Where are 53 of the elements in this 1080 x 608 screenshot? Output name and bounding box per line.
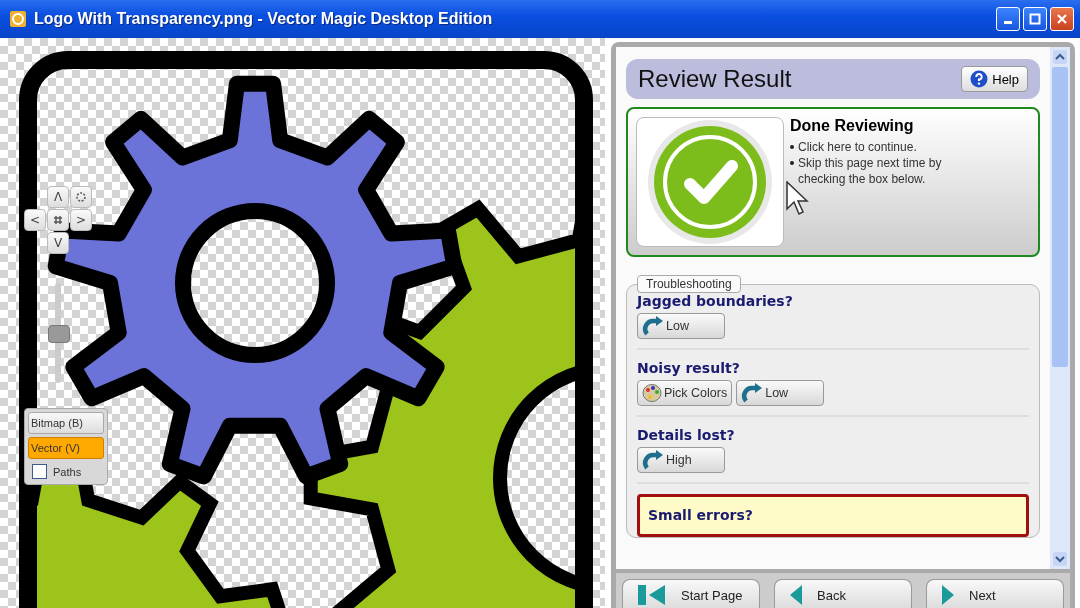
question-label: Jagged boundaries? [637, 293, 794, 309]
dashed-circle-icon [75, 191, 87, 203]
back-triangle-icon [789, 584, 803, 606]
app-icon [10, 11, 26, 27]
redo-arrow-icon [741, 383, 764, 403]
instruction-text: Skip this page next time by checking the box below. [798, 155, 943, 188]
hash-icon [52, 214, 64, 226]
scroll-up-icon[interactable] [1053, 50, 1067, 64]
close-icon [1056, 13, 1068, 25]
pan-right-button[interactable]: > [70, 209, 92, 231]
instruction-text: Click here to continue. [798, 139, 917, 156]
adjust-button[interactable]: Low [736, 380, 825, 406]
adjust-button[interactable]: High [637, 447, 725, 473]
vertical-scrollbar[interactable] [1050, 47, 1070, 569]
paths-checkbox[interactable] [32, 464, 47, 479]
view-mode-button[interactable]: Bitmap (B) [28, 412, 104, 434]
done-reviewing-title: Done Reviewing [790, 117, 915, 135]
wizard-nav-button[interactable]: Back [774, 579, 912, 608]
window-title: Logo With Transparency.png - Vector Magic Desktop Edition [34, 10, 494, 28]
paths-label: Paths [53, 465, 82, 478]
bullet-icon [790, 145, 794, 149]
pan-left-button[interactable]: < [24, 209, 46, 231]
scrollbar-thumb[interactable] [1052, 67, 1068, 367]
close-button[interactable] [1050, 7, 1074, 31]
panel-title: Review Result [638, 65, 792, 93]
pan-up-button[interactable]: Λ [47, 186, 69, 208]
minimize-button[interactable] [996, 7, 1020, 31]
skip-to-start-icon [637, 584, 667, 606]
redo-arrow-icon [642, 316, 664, 336]
maximize-icon [1029, 13, 1041, 25]
view-mode-button[interactable]: Vector (V) [28, 437, 104, 459]
palette-icon [642, 383, 662, 403]
wizard-nav-button[interactable]: Start Page [622, 579, 760, 608]
minimize-icon [1004, 21, 1012, 24]
wizard-nav-button[interactable]: Next [926, 579, 1064, 608]
scroll-down-icon[interactable] [1053, 552, 1067, 566]
zoom-slider-thumb[interactable] [48, 325, 70, 343]
adjust-button[interactable]: Pick Colors [637, 380, 733, 406]
question-label: Details lost? [637, 427, 736, 443]
zoom-fit-button[interactable] [70, 186, 92, 208]
redo-arrow-icon [642, 450, 664, 470]
maximize-button[interactable] [1023, 7, 1047, 31]
question-label: Noisy result? [637, 360, 741, 376]
question-label: Small errors? [648, 507, 753, 523]
done-reviewing-card[interactable]: Done Reviewing Click here to continue. Skip this page next time by checking the box below. [626, 107, 1040, 257]
help-button[interactable]: Help [961, 66, 1028, 92]
help-icon [970, 70, 989, 88]
troubleshooting-legend: Troubleshooting [637, 275, 741, 293]
adjust-button[interactable]: Low [637, 313, 725, 339]
next-triangle-icon [941, 584, 955, 606]
pan-down-button[interactable]: V [47, 232, 69, 254]
center-view-button[interactable] [47, 209, 69, 231]
bullet-icon [790, 161, 794, 166]
